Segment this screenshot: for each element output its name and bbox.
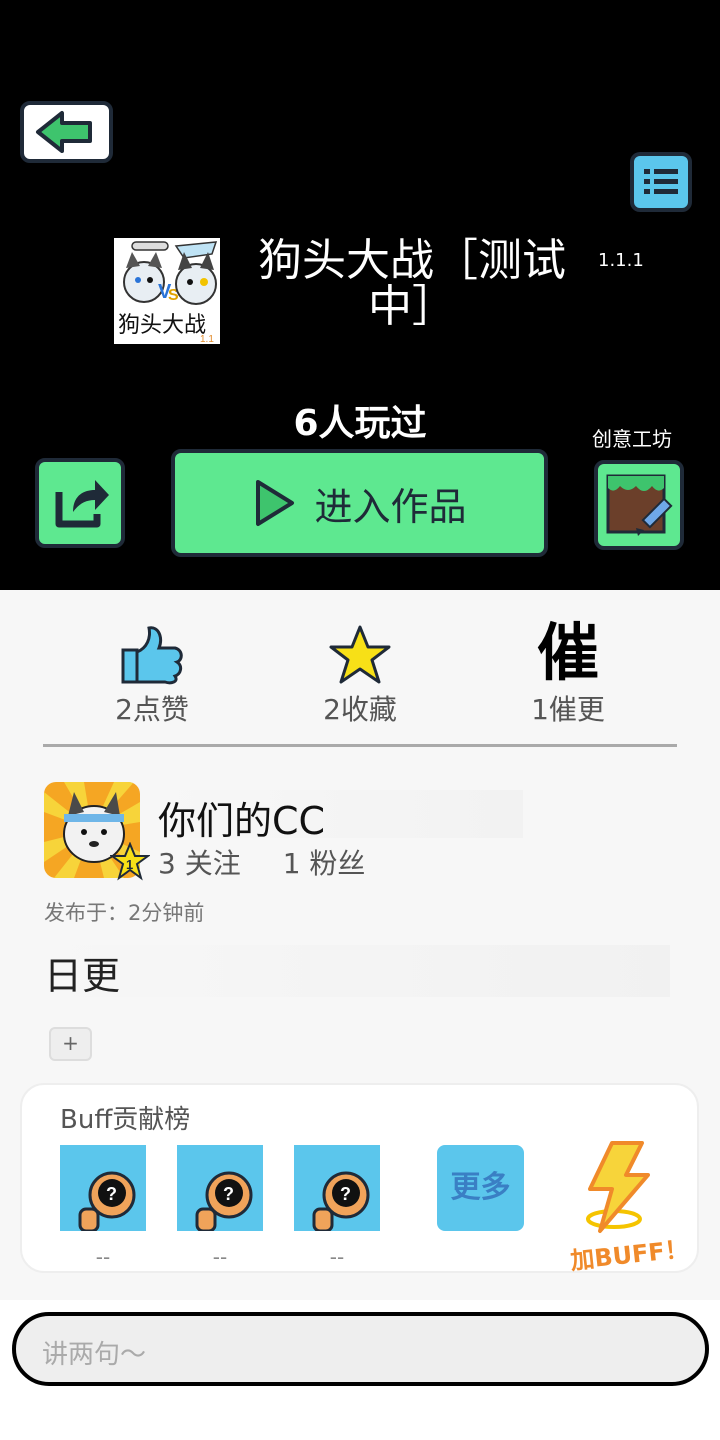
comment-input[interactable]: 讲两句～ [12, 1312, 709, 1386]
menu-button[interactable] [630, 152, 692, 212]
game-cover-image: V S 狗头大战 1.1 [118, 241, 218, 344]
unknown-user-icon: ? [294, 1145, 380, 1231]
svg-text:1.1: 1.1 [200, 334, 214, 344]
lightning-icon [586, 1141, 650, 1233]
enter-game-label: 进入作品 [314, 484, 467, 529]
back-arrow-icon [36, 111, 92, 153]
play-icon [256, 480, 295, 526]
back-button[interactable] [20, 101, 113, 163]
contributor-1[interactable]: ? -- [60, 1145, 146, 1269]
level-star-icon: 1 [108, 841, 152, 881]
followers-count[interactable]: 1 粉丝 [283, 847, 366, 880]
detail-body: 2点赞 2收藏 催 1催更 1 你们的CC 3 关注 1 粉丝 发布于：2分钟前… [0, 590, 720, 1300]
unknown-user-icon: ? [177, 1145, 263, 1231]
svg-text:?: ? [223, 1184, 234, 1204]
level-badge: 1 [108, 841, 152, 882]
add-buff-button[interactable] [578, 1139, 658, 1235]
urge-stat[interactable]: 催 1催更 [488, 620, 648, 728]
workshop-label: 创意工坊 [592, 427, 672, 451]
game-title: 狗头大战［测试中］ [258, 235, 566, 332]
share-button[interactable] [35, 458, 125, 548]
like-stat[interactable]: 2点赞 [72, 620, 232, 728]
share-icon [55, 480, 109, 528]
urge-icon: 催 [536, 616, 599, 689]
favorite-count: 2收藏 [323, 693, 397, 726]
list-icon [644, 169, 678, 194]
divider [43, 744, 677, 747]
workshop-button[interactable] [594, 460, 684, 550]
contributor-name: -- [212, 1245, 228, 1269]
more-button[interactable]: 更多 [437, 1145, 524, 1231]
add-button[interactable]: + [49, 1027, 92, 1061]
author-name[interactable]: 你们的CC [158, 790, 523, 843]
svg-text:1: 1 [126, 857, 133, 872]
favorite-stat[interactable]: 2收藏 [280, 620, 440, 728]
buff-title: Buff贡献榜 [60, 1105, 191, 1135]
publish-time: 发布于：2分钟前 [44, 901, 205, 925]
comment-placeholder: 讲两句～ [42, 1340, 147, 1370]
add-buff-label[interactable]: 加BUFF！ [568, 1229, 690, 1276]
thumbs-up-icon [72, 620, 232, 686]
contributor-3[interactable]: ? -- [294, 1145, 380, 1269]
like-count: 2点赞 [115, 693, 189, 726]
svg-text:?: ? [106, 1184, 117, 1204]
svg-text:?: ? [340, 1184, 351, 1204]
enter-game-button[interactable]: 进入作品 [171, 449, 548, 557]
svg-text:狗头大战: 狗头大战 [118, 313, 206, 338]
following-count[interactable]: 3 关注 [158, 847, 241, 880]
game-thumbnail: V S 狗头大战 1.1 [114, 238, 220, 344]
buff-leaderboard: Buff贡献榜 ? -- ? -- ? -- 更多 加BUFF！ [20, 1083, 699, 1276]
follow-stats: 3 关注 1 粉丝 [158, 842, 407, 882]
contributor-2[interactable]: ? -- [177, 1145, 263, 1269]
urge-count: 1催更 [531, 693, 605, 726]
game-header: V S 狗头大战 1.1 狗头大战［测试中］ 1.1.1 6人玩过 创意工坊 进… [0, 0, 720, 590]
post-description: 日更 [44, 945, 670, 998]
contributor-name: -- [95, 1245, 111, 1269]
version-label: 1.1.1 [598, 250, 644, 271]
star-icon [280, 620, 440, 686]
unknown-user-icon: ? [60, 1145, 146, 1231]
workshop-icon [606, 474, 673, 536]
contributor-name: -- [329, 1245, 345, 1269]
